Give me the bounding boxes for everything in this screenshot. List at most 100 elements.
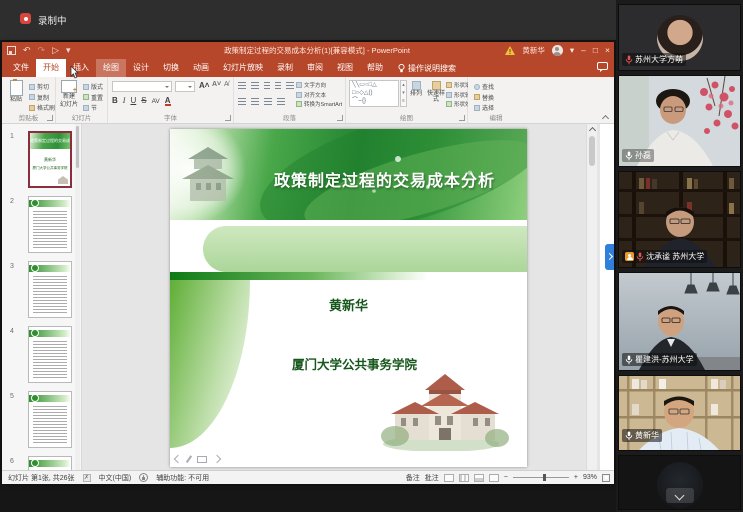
section-button[interactable]: 节 (83, 103, 103, 112)
participant-tile-4[interactable]: 瞿建洪-苏州大学 (618, 272, 741, 371)
tab-slideshow[interactable]: 幻灯片放映 (216, 59, 270, 77)
spellcheck-icon[interactable]: ✗ (83, 474, 91, 482)
language-status[interactable]: 中文(中国) (99, 473, 132, 483)
font-name-combo[interactable] (112, 81, 172, 92)
save-icon[interactable] (7, 46, 16, 55)
bold-button[interactable]: B (112, 96, 118, 105)
comments-button[interactable]: 批注 (425, 473, 439, 483)
tab-animations[interactable]: 动画 (186, 59, 216, 77)
font-color-button[interactable]: A (165, 96, 171, 105)
quick-styles-button[interactable]: 快速样式 (426, 81, 446, 103)
format-painter-button[interactable]: 格式刷 (29, 103, 55, 112)
tell-me-search[interactable]: 操作说明搜索 (398, 59, 456, 77)
thumbnail-scrollbar[interactable] (75, 124, 80, 470)
bullets-icon[interactable] (238, 82, 246, 89)
character-spacing-button[interactable]: AV (152, 98, 160, 105)
comments-icon[interactable] (597, 62, 608, 72)
accessibility-status[interactable]: 辅助功能: 不可用 (156, 473, 209, 483)
shape-effects-button[interactable]: 形状效果 (446, 100, 468, 108)
undo-icon[interactable]: ↶ (23, 43, 31, 58)
cut-button[interactable]: 剪切 (29, 82, 55, 91)
layout-button[interactable]: 版式 (83, 82, 103, 91)
text-direction-button[interactable]: 文字方向 (296, 81, 344, 89)
strikethrough-button[interactable]: S (141, 96, 146, 105)
reading-view-icon[interactable] (474, 474, 484, 482)
font-size-combo[interactable] (175, 81, 195, 92)
align-center-icon[interactable] (251, 98, 259, 105)
thumbnail-slide-4[interactable]: 4 (2, 326, 81, 383)
slide-number-status[interactable]: 幻灯片 第1张, 共26张 (8, 473, 75, 483)
copy-button[interactable]: 复制 (29, 93, 55, 102)
account-avatar[interactable] (552, 45, 563, 56)
shape-outline-button[interactable]: 形状轮廓 (446, 91, 468, 99)
shapes-gallery[interactable]: ╲╲▭○□△ □○◇△() ⌒⌣{} (349, 80, 399, 107)
close-button[interactable]: × (605, 42, 610, 59)
shape-fill-button[interactable]: 形状填充 (446, 81, 468, 89)
tab-design[interactable]: 设计 (126, 59, 156, 77)
previous-slide-icon[interactable] (174, 455, 182, 463)
font-dialog-launcher[interactable] (225, 115, 231, 121)
clear-formatting-button[interactable]: A̸ (224, 81, 229, 88)
tab-transitions[interactable]: 切换 (156, 59, 186, 77)
thumbnail-slide-6[interactable]: 6 (2, 456, 81, 470)
replace-button[interactable]: 替换 (474, 93, 494, 102)
participant-tile-1[interactable]: 苏州大学方萌 (618, 4, 741, 71)
scrollbar-thumb[interactable] (589, 136, 595, 166)
find-button[interactable]: 查找 (474, 82, 494, 91)
next-slide-icon[interactable] (212, 455, 220, 463)
italic-button[interactable]: I (123, 96, 126, 105)
numbering-icon[interactable] (251, 82, 259, 89)
paste-button[interactable]: 粘贴 (4, 80, 28, 104)
account-name[interactable]: 黄新华 (522, 45, 545, 56)
tab-file[interactable]: 文件 (6, 59, 36, 77)
participant-tile-5[interactable]: 黄新华 (618, 375, 741, 451)
zoom-level[interactable]: 93% (583, 474, 597, 481)
select-button[interactable]: 选择 (474, 103, 494, 112)
start-slideshow-icon[interactable]: ▷ (52, 43, 59, 58)
participant-tile-3[interactable]: 沈承谧 苏州大学 (618, 171, 741, 268)
convert-smartart-button[interactable]: 转换为SmartArt (296, 100, 344, 108)
tab-draw[interactable]: 绘图 (96, 59, 126, 77)
tab-view[interactable]: 视图 (330, 59, 360, 77)
align-right-icon[interactable] (264, 98, 272, 105)
new-slide-button[interactable]: 新建 幻灯片 (57, 80, 81, 108)
drawing-dialog-launcher[interactable] (459, 115, 465, 121)
highlight-rect-icon[interactable] (197, 456, 207, 463)
tab-help[interactable]: 帮助 (360, 59, 390, 77)
clipboard-dialog-launcher[interactable] (47, 115, 53, 121)
decrease-indent-icon[interactable] (264, 82, 270, 89)
minimize-button[interactable]: – (581, 42, 586, 59)
grow-font-button[interactable]: A˄ (199, 81, 209, 90)
restore-button[interactable]: □ (593, 42, 598, 59)
participant-tile-2[interactable]: 孙磊 (618, 75, 741, 167)
scroll-up-icon[interactable] (589, 127, 596, 134)
underline-button[interactable]: U (130, 96, 136, 105)
ribbon-display-options-icon[interactable]: ▾ (570, 42, 574, 59)
collapse-videos-button[interactable] (666, 488, 694, 503)
justify-icon[interactable] (277, 98, 285, 105)
slideshow-view-icon[interactable] (489, 474, 499, 482)
qat-customize-icon[interactable]: ▾ (66, 43, 71, 58)
slide-scrollbar[interactable] (586, 124, 597, 470)
notes-button[interactable]: 备注 (406, 473, 420, 483)
tab-review[interactable]: 审阅 (300, 59, 330, 77)
shrink-font-button[interactable]: A˅ (212, 81, 221, 88)
participant-tile-6[interactable] (618, 455, 741, 510)
tab-home[interactable]: 开始 (36, 59, 66, 77)
meeting-panel-toggle[interactable] (605, 244, 614, 270)
pen-icon[interactable] (186, 455, 192, 462)
line-spacing-icon[interactable] (286, 82, 294, 89)
thumbnail-slide-5[interactable]: 5 (2, 391, 81, 448)
zoom-slider[interactable] (513, 477, 569, 478)
normal-view-icon[interactable] (444, 474, 454, 482)
paragraph-dialog-launcher[interactable] (337, 115, 343, 121)
tab-record[interactable]: 录制 (270, 59, 300, 77)
collapse-ribbon-icon[interactable] (602, 115, 609, 120)
thumbnail-slide-3[interactable]: 3 (2, 261, 81, 318)
redo-icon[interactable]: ↷ (38, 43, 46, 58)
fit-to-window-icon[interactable] (602, 474, 610, 482)
thumbnail-slide-2[interactable]: 2 (2, 196, 81, 253)
slide-author[interactable]: 黄新华 (170, 295, 527, 314)
slide-title[interactable]: 政策制定过程的交易成本分析 (274, 167, 524, 191)
zoom-in-button[interactable]: + (574, 474, 578, 481)
